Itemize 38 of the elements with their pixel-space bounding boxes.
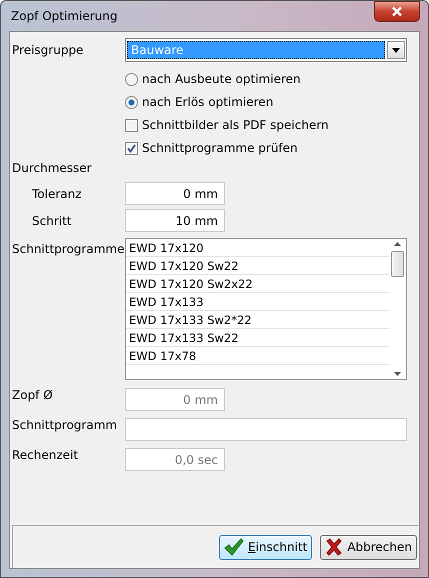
input-field[interactable]: 0 mm — [125, 182, 225, 205]
close-button[interactable] — [374, 0, 420, 22]
radio-button[interactable] — [125, 96, 138, 108]
einschnitt-button[interactable]: Einschnitt — [218, 534, 312, 560]
list-item[interactable]: EWD 17x120 Sw22 — [126, 257, 389, 275]
field-label: Zopf Ø — [12, 388, 54, 402]
checkbox[interactable] — [125, 142, 138, 154]
scroll-up-icon[interactable] — [394, 242, 401, 246]
list-item[interactable]: EWD 17x133 — [126, 293, 389, 311]
field-label: Rechenzeit — [12, 448, 80, 462]
checkbox[interactable] — [125, 118, 138, 132]
close-icon — [391, 6, 403, 16]
field-label: Toleranz — [31, 186, 83, 200]
cancel-button[interactable]: Abbrechen — [320, 534, 417, 560]
field-label: Schritt — [31, 214, 72, 228]
list-item[interactable]: EWD 17x78 — [126, 347, 389, 365]
checkmark-icon — [224, 538, 244, 556]
program-list[interactable]: EWD 17x120 EWD 17x120 Sw22 EWD 17x120 Sw2x22 EWD 17x133 EWD 17x133 Sw2*22 EWD 17x133 Sw22 EWD 17x78 — [125, 238, 407, 380]
list-item[interactable]: EWD 17x120 — [126, 239, 389, 257]
field-label: Schnittprogramm — [12, 418, 118, 432]
list-item[interactable]: EWD 17x133 Sw2*22 — [126, 311, 389, 329]
scrollbar-thumb[interactable] — [391, 251, 404, 277]
option-label: nach Ausbeute optimieren — [142, 72, 301, 86]
field-label: Schnittprogramme — [12, 242, 125, 256]
section-label: Durchmesser — [12, 161, 92, 175]
field-label: Preisgruppe — [12, 43, 84, 57]
option-label: nach Erlös optimieren — [142, 95, 274, 109]
option-label: Schnittprogramme prüfen — [142, 141, 298, 155]
close-icon — [325, 538, 344, 556]
option-label: Schnittbilder als PDF speichern — [142, 118, 329, 132]
input-field[interactable]: 10 mm — [125, 209, 225, 232]
window-title: Zopf Optimierung — [10, 9, 118, 23]
list-item[interactable]: EWD 17x120 Sw2x22 — [126, 275, 389, 293]
caret-icon — [392, 48, 400, 52]
list-item[interactable]: EWD 17x133 Sw22 — [126, 329, 389, 347]
input-field[interactable] — [125, 418, 407, 441]
scroll-down-icon[interactable] — [394, 372, 401, 376]
radio-button[interactable] — [125, 72, 138, 86]
